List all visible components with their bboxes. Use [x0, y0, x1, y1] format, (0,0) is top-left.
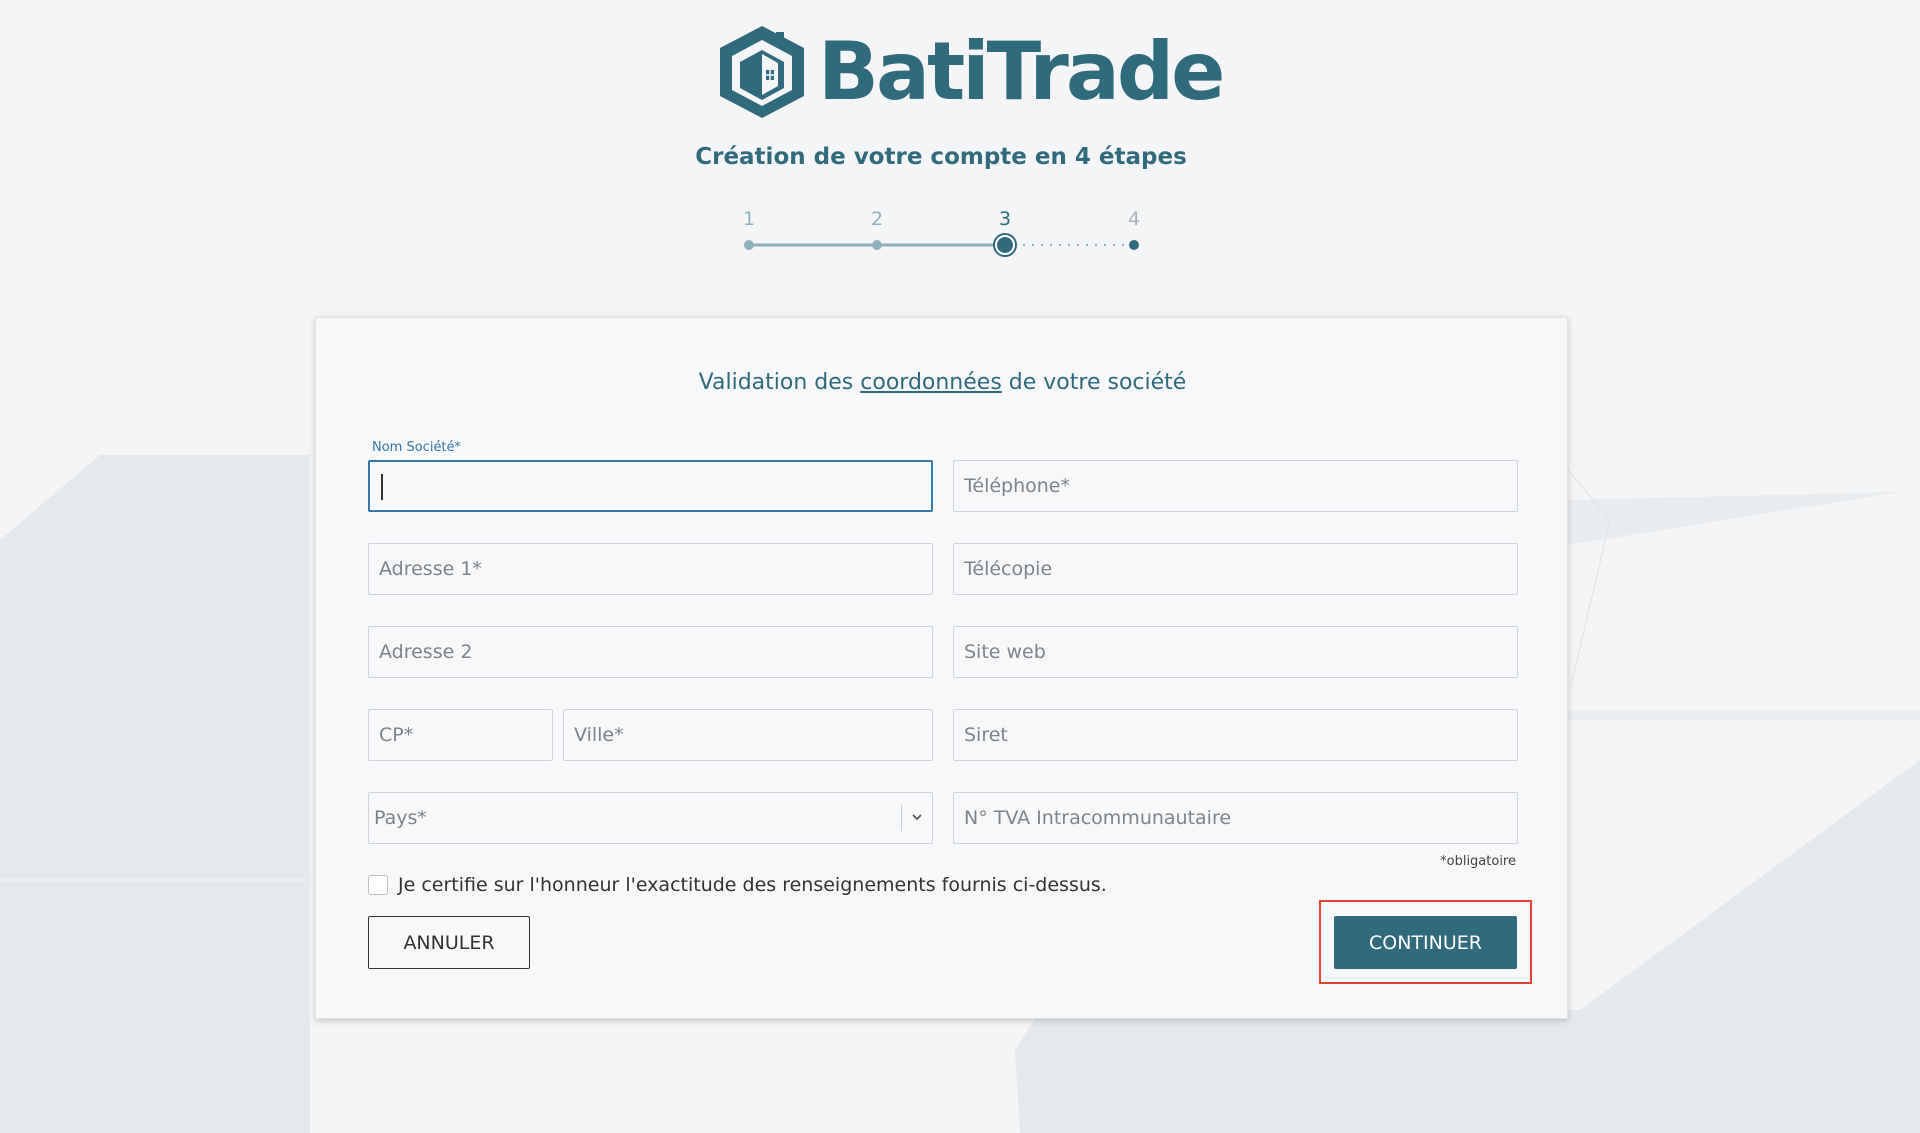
- telephone-input[interactable]: [954, 461, 1517, 511]
- continue-button[interactable]: CONTINUER: [1334, 916, 1517, 969]
- page: BatiTrade Création de votre compte en 4 …: [0, 0, 1920, 1133]
- certify-row[interactable]: Je certifie sur l'honneur l'exactitude d…: [368, 872, 1107, 898]
- company-details-card: Validation des coordonnées de votre soci…: [315, 317, 1568, 1019]
- telecopie-input[interactable]: [954, 544, 1517, 594]
- coordonnees-link: coordonnées: [860, 370, 1002, 395]
- certify-label: Je certifie sur l'honneur l'exactitude d…: [398, 874, 1107, 896]
- stepper-track: [744, 233, 1139, 257]
- cp-field[interactable]: [368, 709, 553, 761]
- required-note: *obligatoire: [1440, 854, 1516, 869]
- progress-stepper: 1 2 3 4: [740, 205, 1140, 265]
- nom-societe-field[interactable]: [368, 460, 933, 512]
- nom-societe-label: Nom Société*: [372, 440, 462, 455]
- cp-input[interactable]: [369, 710, 552, 760]
- card-title-text: Validation des: [698, 370, 861, 395]
- adresse2-input[interactable]: [369, 627, 932, 677]
- adresse2-field[interactable]: [368, 626, 933, 678]
- nom-societe-input[interactable]: [370, 462, 931, 510]
- house-cube-icon: [720, 26, 804, 118]
- certify-checkbox[interactable]: [368, 875, 388, 895]
- card-title: Validation des coordonnées de votre soci…: [316, 370, 1569, 395]
- ville-input[interactable]: [564, 710, 932, 760]
- adresse1-input[interactable]: [369, 544, 932, 594]
- select-separator: [901, 805, 902, 831]
- pays-select-value: Pays*: [374, 807, 427, 829]
- page-subtitle: Création de votre compte en 4 étapes: [695, 144, 1187, 170]
- brand-logo: BatiTrade: [718, 22, 1225, 122]
- step-4-dot: [1129, 240, 1139, 250]
- telephone-field[interactable]: [953, 460, 1518, 512]
- siret-field[interactable]: [953, 709, 1518, 761]
- site-web-input[interactable]: [954, 627, 1517, 677]
- pays-select[interactable]: Pays*: [368, 792, 933, 844]
- site-web-field[interactable]: [953, 626, 1518, 678]
- tva-field[interactable]: [953, 792, 1518, 844]
- ville-field[interactable]: [563, 709, 933, 761]
- siret-input[interactable]: [954, 710, 1517, 760]
- chevron-down-icon[interactable]: [910, 810, 924, 824]
- brand-name: BatiTrade: [818, 25, 1225, 118]
- step-2-dot: [872, 240, 882, 250]
- card-title-text-end: de votre société: [1001, 370, 1187, 395]
- telecopie-field[interactable]: [953, 543, 1518, 595]
- cancel-button[interactable]: ANNULER: [368, 916, 530, 969]
- text-caret: [381, 474, 383, 500]
- step-1-dot: [744, 240, 754, 250]
- adresse1-field[interactable]: [368, 543, 933, 595]
- tva-input[interactable]: [954, 793, 1517, 843]
